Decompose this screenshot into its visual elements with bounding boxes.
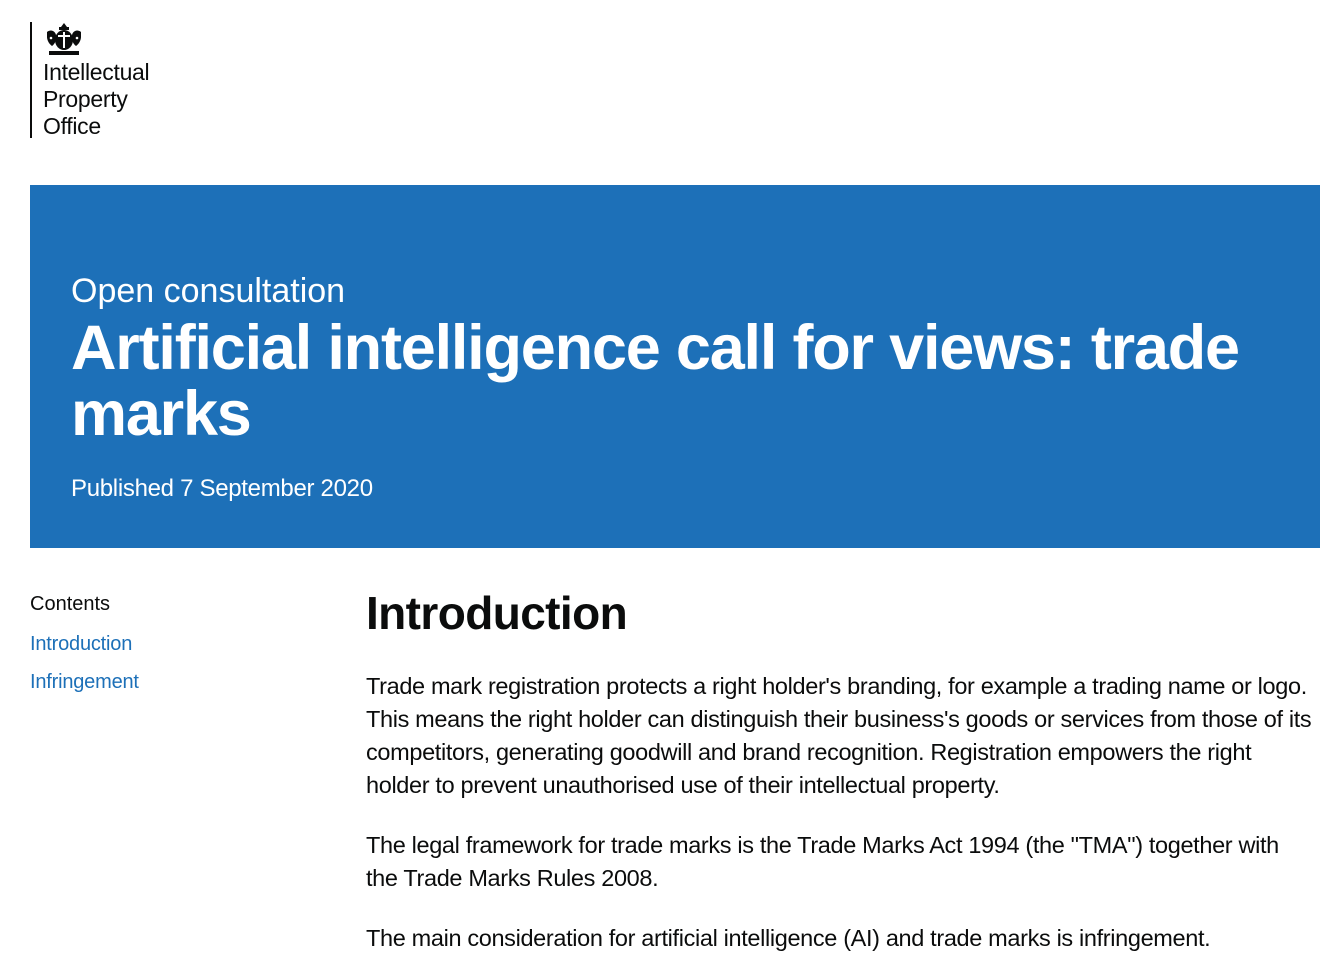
contents-nav: Contents Introduction Infringement xyxy=(30,590,290,706)
contents-link-infringement[interactable]: Infringement xyxy=(30,671,139,693)
org-name-line: Intellectual xyxy=(43,59,150,85)
page: Intellectual Property Office Open consul… xyxy=(0,0,1320,960)
org-name-line: Property xyxy=(43,86,128,112)
org-logo-link[interactable]: Intellectual Property Office xyxy=(30,22,203,140)
org-name-line: Office xyxy=(43,113,101,139)
contents-item: Infringement xyxy=(30,668,290,706)
main-content: Introduction Trade mark registration pro… xyxy=(366,586,1316,960)
body-paragraph: The legal framework for trade marks is t… xyxy=(366,832,1279,891)
contents-item: Introduction xyxy=(30,630,290,668)
document-type-label: Open consultation xyxy=(71,272,346,310)
contents-link-introduction[interactable]: Introduction xyxy=(30,633,132,655)
body-paragraph: Trade mark registration protects a right… xyxy=(366,673,1312,798)
contents-list: Introduction Infringement xyxy=(30,630,290,706)
body-paragraph: The main consideration for artificial in… xyxy=(366,925,1211,951)
section-heading-introduction: Introduction xyxy=(366,587,628,639)
page-title: Artificial intelligence call for views: … xyxy=(71,313,1240,449)
title-banner: Open consultation Artificial intelligenc… xyxy=(30,185,1320,548)
org-name: Intellectual Property Office xyxy=(43,59,203,140)
royal-crest-icon xyxy=(47,23,81,55)
contents-heading: Contents xyxy=(30,593,111,615)
published-date: Published 7 September 2020 xyxy=(71,475,373,502)
